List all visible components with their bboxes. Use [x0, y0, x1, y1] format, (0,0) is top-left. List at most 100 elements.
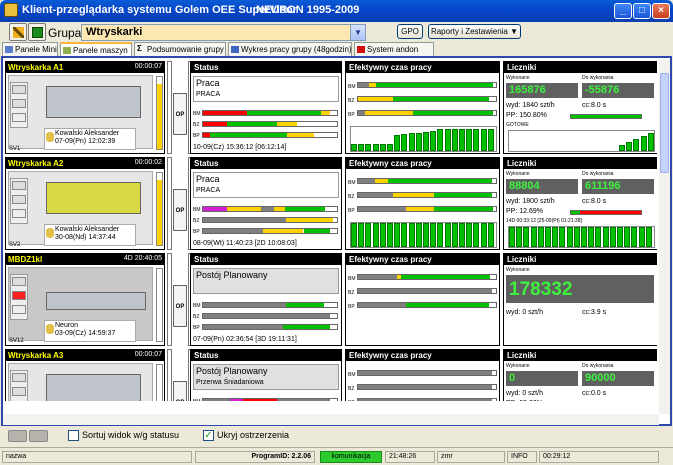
chart-icon	[231, 46, 239, 53]
bar-segment	[203, 133, 210, 137]
effective-bar-bp	[357, 110, 497, 116]
status-bar-bp	[202, 228, 338, 234]
status-header: Status	[191, 158, 341, 169]
machine-timer: 00:00:07	[134, 351, 162, 358]
tab-panele-mini[interactable]: Panele Mini	[2, 42, 58, 56]
bar-label: BP	[193, 325, 200, 331]
tab-wykres[interactable]: Wykres pracy grupy (48godzin)	[228, 42, 352, 56]
do-wykonania-value: -55876	[582, 83, 654, 98]
bar-segment	[375, 83, 494, 87]
status-bar-bp	[202, 324, 338, 330]
counter-chart-bar	[509, 227, 515, 247]
minimize-button[interactable]: _	[614, 3, 632, 19]
machine-card[interactable]: Wtryskarka A2 00:00:02 Kowalski Aleksander…	[5, 157, 165, 250]
scroll-thumb[interactable]	[660, 73, 669, 173]
counters-header: Liczniki	[504, 62, 657, 73]
prev-button[interactable]	[8, 430, 27, 442]
bar-segment	[203, 122, 228, 126]
effective-bar-bz	[357, 288, 497, 294]
horizontal-scrollbar[interactable]	[3, 414, 659, 425]
status-box: Postój Planowany Przerwa Śniadaniowa	[193, 364, 339, 390]
effective-panel: Efektywny czas pracy BM BZ BP	[345, 253, 500, 346]
history-bar	[480, 223, 487, 247]
bar-segment	[203, 229, 264, 233]
group-select[interactable]: Wtryskarki ▼	[81, 24, 366, 41]
machine-card[interactable]: Wtryskarka A1 00:00:07 Kowalski Aleksander…	[5, 61, 165, 154]
tower-lamp	[12, 387, 26, 396]
wyd-text: wyd: 1840 szt/h	[506, 102, 555, 109]
history-chart	[350, 222, 497, 248]
edit-button[interactable]	[9, 23, 27, 41]
tab-andon[interactable]: System andon	[354, 42, 434, 56]
panel-icon	[63, 47, 71, 54]
sort-label: Sortuj widok w/g statusu	[82, 430, 180, 440]
sort-checkbox[interactable]	[68, 430, 79, 441]
bar-label: BM	[348, 180, 356, 186]
hide-warnings-checkbox[interactable]: ✓	[203, 430, 214, 441]
bar-label: BP	[348, 400, 355, 401]
cc-text: cc:3.9 s	[582, 309, 607, 316]
op-button[interactable]: OP	[173, 381, 187, 401]
bar-segment	[406, 303, 490, 307]
machine-level-bar	[156, 364, 163, 401]
side-gauge	[167, 61, 172, 154]
history-bar	[372, 143, 379, 151]
op-button[interactable]: OP	[173, 189, 187, 231]
bar-segment	[358, 83, 370, 87]
history-bar	[358, 223, 365, 247]
tab-label: System andon	[367, 45, 419, 54]
machine-row: MBDZ1kl 4D 20:40:05 Neuron 03-09(Cz) 14:59:…	[5, 253, 657, 348]
bar-segment	[413, 111, 494, 115]
history-bar	[487, 223, 494, 247]
save-button[interactable]	[28, 23, 46, 41]
status-state: Postój Planowany	[196, 366, 268, 376]
progress-fill	[571, 211, 581, 214]
effective-bar-bm	[357, 178, 497, 184]
tower-lamp	[12, 291, 26, 300]
user-icon	[46, 324, 54, 334]
machine-body-icon	[46, 182, 141, 214]
close-button[interactable]: ×	[652, 3, 670, 19]
tab-panele-maszyn[interactable]: Panele maszyn	[60, 42, 132, 56]
sv-label: SV1	[9, 146, 21, 152]
next-button[interactable]	[29, 430, 48, 442]
machine-body-icon	[46, 86, 141, 118]
progress-fill	[571, 115, 641, 118]
bar-segment	[203, 207, 228, 211]
machine-card[interactable]: MBDZ1kl 4D 20:40:05 Neuron 03-09(Cz) 14:59:…	[5, 253, 165, 346]
bar-segment	[364, 111, 414, 115]
sigma-icon: Σ	[137, 44, 142, 53]
effective-panel: Efektywny czas pracy BM BZ BP	[345, 61, 500, 154]
counter-chart-bar	[545, 227, 551, 247]
machine-card[interactable]: Wtryskarka A3 00:00:07	[5, 349, 165, 401]
bar-label: BZ	[193, 122, 200, 128]
counters-panel: Liczniki Wykonano 178332 wyd: 0 szt/h cc:3.9…	[503, 253, 657, 346]
status-state: Praca	[196, 78, 220, 88]
bar-segment	[320, 111, 331, 115]
counter-chart-bar	[581, 227, 587, 247]
maximize-button[interactable]: □	[633, 3, 651, 19]
tab-podsumowanie[interactable]: Σ Podsumowanie grupy	[134, 42, 226, 56]
counter-chart-bar	[633, 139, 640, 151]
effective-header: Efektywny czas pracy	[346, 254, 499, 265]
vertical-scrollbar[interactable]	[659, 59, 670, 414]
counter-chart-bar	[523, 227, 530, 247]
op-button[interactable]: OP	[173, 285, 187, 327]
user-icon	[46, 228, 54, 238]
communication-indicator: komunikacja	[320, 451, 382, 463]
reports-button[interactable]: Raporty i Zestawienia ▼	[428, 24, 521, 39]
gpo-button[interactable]: GPO	[397, 24, 423, 39]
signal-tower-icon	[10, 370, 28, 401]
counter-chart-bar	[645, 227, 652, 247]
wykonano-label: Wykonano	[506, 363, 530, 369]
tower-lamp	[12, 209, 26, 218]
sv-label: SV2	[9, 242, 21, 248]
counter-chart-bar	[530, 227, 537, 247]
reports-label: Raporty i Zestawienia	[430, 27, 508, 36]
history-bar	[487, 129, 494, 151]
status-bar-bm	[202, 110, 338, 116]
user-icon	[46, 132, 54, 142]
status-zmr: zmr	[437, 451, 505, 463]
op-button[interactable]: OP	[173, 93, 187, 135]
tab-label: Wykres pracy grupy (48godzin)	[241, 45, 352, 54]
